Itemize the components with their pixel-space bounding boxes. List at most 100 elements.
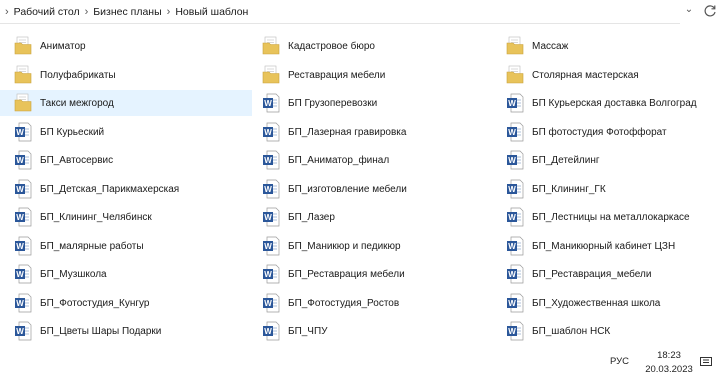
word-document-icon: W (506, 264, 524, 284)
file-item[interactable]: W БП Грузоперевозки (248, 90, 488, 116)
file-item[interactable]: W БП Курьерская доставка Волгоград (492, 90, 720, 116)
word-document-icon: W (14, 122, 32, 142)
word-document-icon: W (262, 150, 280, 170)
folder-item[interactable]: Массаж (492, 33, 720, 59)
folder-item[interactable]: Такси межгород (0, 90, 252, 116)
file-item[interactable]: W БП_Фотостудия_Ростов (248, 290, 488, 316)
file-item[interactable]: W БП_изготовление мебели (248, 176, 488, 202)
file-item[interactable]: W БП_малярные работы (0, 233, 252, 259)
word-document-icon: W (14, 179, 32, 199)
word-document-icon: W (14, 150, 32, 170)
svg-text:W: W (508, 242, 516, 251)
folder-icon (506, 65, 524, 85)
svg-text:W: W (264, 128, 272, 137)
item-name: БП_Детская_Парикмахерская (40, 183, 180, 195)
item-name: Массаж (532, 40, 569, 52)
breadcrumb-item[interactable]: › Новый шаблон (162, 6, 249, 18)
file-item[interactable]: W БП фотостудия Фотоффорат (492, 119, 720, 145)
file-item[interactable]: W БП_Клининг_Челябинск (0, 204, 252, 230)
refresh-icon[interactable] (702, 3, 718, 19)
address-bar: › Рабочий стол › Бизнес планы › Новый шаблон … (0, 0, 720, 24)
item-name: БП_Лестницы на металлокаркасе (532, 211, 690, 223)
item-name: БП Курьеский (40, 126, 105, 138)
file-item[interactable]: W БП_Фотостудия_Кунгур (0, 290, 252, 316)
svg-text:W: W (264, 299, 272, 308)
breadcrumb-item[interactable]: › Рабочий стол (0, 6, 80, 18)
file-item[interactable]: W БП_Клининг_ГК (492, 176, 720, 202)
item-name: БП_Маникюрный кабинет ЦЗН (532, 240, 676, 252)
file-item[interactable]: W БП_Художественная школа (492, 290, 720, 316)
word-document-icon: W (14, 264, 32, 284)
file-item[interactable]: W БП_Цветы Шары Подарки (0, 318, 252, 344)
item-name: Аниматор (40, 40, 86, 52)
svg-text:W: W (508, 327, 516, 336)
file-item[interactable]: W БП_шаблон НСК (492, 318, 720, 344)
svg-text:W: W (16, 128, 24, 137)
svg-text:W: W (508, 128, 516, 137)
item-name: БП_Лазер (288, 211, 335, 223)
word-document-icon: W (262, 179, 280, 199)
folder-item[interactable]: Кадастровое бюро (248, 33, 488, 59)
file-item[interactable]: W БП_Музшкола (0, 261, 252, 287)
svg-text:W: W (508, 213, 516, 222)
notifications-icon[interactable] (700, 357, 712, 368)
clock-time[interactable]: 18:23 (645, 350, 693, 361)
svg-text:W: W (264, 270, 272, 279)
word-document-icon: W (506, 236, 524, 256)
svg-text:W: W (264, 242, 272, 251)
file-item[interactable]: W БП_Лазерная гравировка (248, 119, 488, 145)
folder-icon (14, 93, 32, 113)
folder-item[interactable]: Реставрация мебели (248, 62, 488, 88)
svg-text:W: W (264, 156, 272, 165)
item-name: БП_ЧПУ (288, 325, 328, 337)
svg-text:W: W (508, 270, 516, 279)
svg-text:W: W (16, 156, 24, 165)
file-item[interactable]: W БП_Автосервис (0, 147, 252, 173)
item-name: БП_Клининг_ГК (532, 183, 606, 195)
svg-text:W: W (508, 99, 516, 108)
item-name: БП_шаблон НСК (532, 325, 611, 337)
clock-date[interactable]: 20.03.2023 (645, 364, 693, 375)
folder-item[interactable]: Аниматор (0, 33, 252, 59)
chevron-right-icon[interactable]: › (5, 6, 9, 18)
item-name: БП_Фотостудия_Кунгур (40, 297, 150, 309)
folder-item[interactable]: Столярная мастерская (492, 62, 720, 88)
file-item[interactable]: W БП_Аниматор_финал (248, 147, 488, 173)
word-document-icon: W (506, 122, 524, 142)
word-document-icon: W (506, 93, 524, 113)
chevron-right-icon[interactable]: › (167, 6, 171, 18)
file-item[interactable]: W БП_Детская_Парикмахерская (0, 176, 252, 202)
breadcrumb-label: Новый шаблон (175, 5, 249, 18)
svg-text:W: W (16, 213, 24, 222)
word-document-icon: W (262, 122, 280, 142)
word-document-icon: W (262, 207, 280, 227)
file-item[interactable]: W БП_Лазер (248, 204, 488, 230)
chevron-down-icon[interactable]: ⌄ (682, 4, 696, 18)
item-name: Полуфабрикаты (40, 69, 116, 81)
file-item[interactable]: W БП_ЧПУ (248, 318, 488, 344)
breadcrumb-label: Рабочий стол (13, 5, 80, 18)
breadcrumb[interactable]: › Рабочий стол › Бизнес планы › Новый шаблон (0, 0, 680, 24)
folder-icon (262, 65, 280, 85)
chevron-right-icon[interactable]: › (85, 6, 89, 18)
file-item[interactable]: W БП_Маникюр и педикюр (248, 233, 488, 259)
file-item[interactable]: W БП_Детейлинг (492, 147, 720, 173)
language-indicator[interactable]: РУС (610, 356, 629, 367)
svg-text:W: W (264, 99, 272, 108)
item-name: БП_Автосервис (40, 154, 114, 166)
breadcrumb-item[interactable]: › Бизнес планы (80, 6, 162, 18)
file-item[interactable]: W БП_Реставрация мебели (248, 261, 488, 287)
word-document-icon: W (262, 293, 280, 313)
item-name: БП_Реставрация_мебели (532, 268, 652, 280)
word-document-icon: W (506, 179, 524, 199)
item-name: БП фотостудия Фотоффорат (532, 126, 667, 138)
file-item[interactable]: W БП Курьеский (0, 119, 252, 145)
svg-text:W: W (16, 327, 24, 336)
file-item[interactable]: W БП_Маникюрный кабинет ЦЗН (492, 233, 720, 259)
item-name: БП Грузоперевозки (288, 97, 378, 109)
folder-item[interactable]: Полуфабрикаты (0, 62, 252, 88)
word-document-icon: W (506, 207, 524, 227)
item-name: БП_Художественная школа (532, 297, 661, 309)
file-item[interactable]: W БП_Лестницы на металлокаркасе (492, 204, 720, 230)
file-item[interactable]: W БП_Реставрация_мебели (492, 261, 720, 287)
